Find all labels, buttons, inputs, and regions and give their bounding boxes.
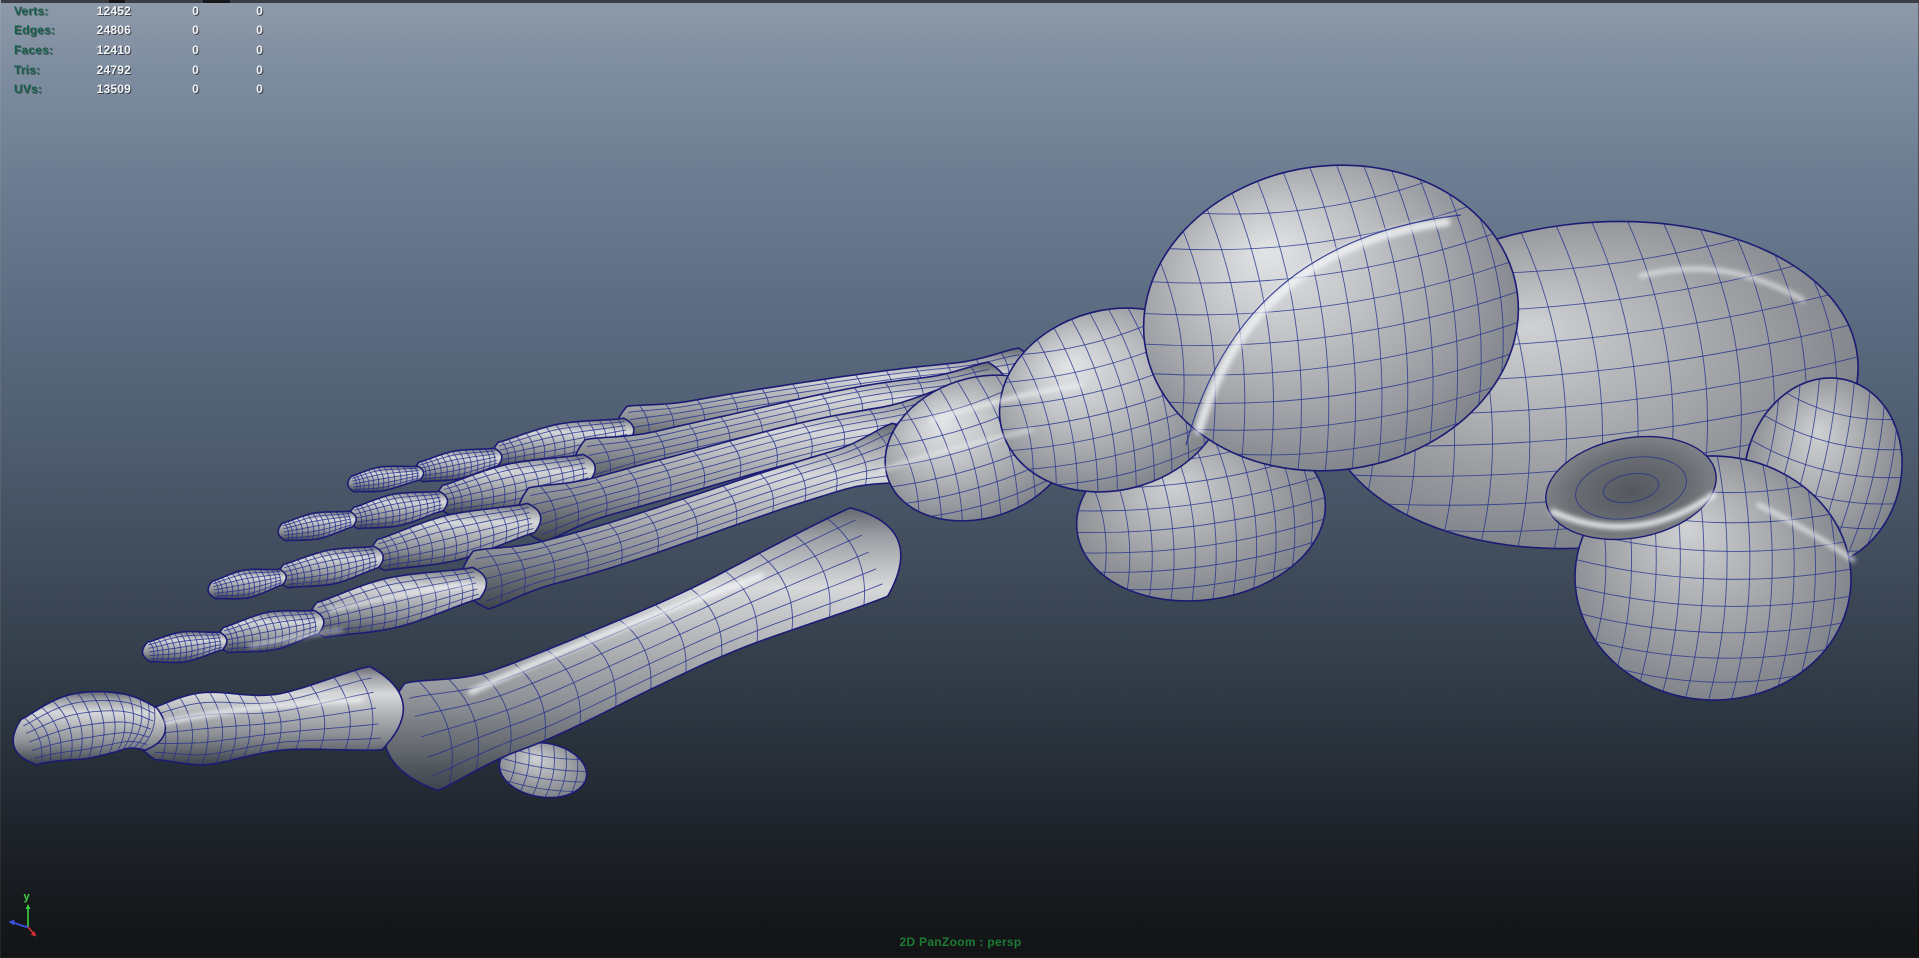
hud-label: Faces: bbox=[14, 42, 54, 57]
hud-label: UVs: bbox=[14, 82, 43, 97]
view-axis-gizmo: y bbox=[8, 891, 37, 937]
hud-value: 0 bbox=[192, 23, 199, 38]
hud-row: Tris: 24792 0 0 bbox=[14, 60, 263, 80]
hud-value: 0 bbox=[256, 62, 263, 77]
hud-value: 12410 bbox=[96, 42, 131, 57]
hud-value: 0 bbox=[192, 82, 199, 97]
hud-value: 13509 bbox=[96, 82, 131, 97]
maya-3d-viewport[interactable]: Verts: 12452 0 0 Edges: 24806 0 0 Faces: 12410 0 0 T… bbox=[0, 0, 1919, 958]
hud-value: 0 bbox=[256, 3, 263, 18]
hud-row: Verts: 12452 0 0 bbox=[14, 1, 263, 21]
hud-value: 0 bbox=[192, 42, 199, 57]
hud-row: Edges: 24806 0 0 bbox=[14, 21, 263, 41]
hud-value: 0 bbox=[256, 23, 263, 38]
hud-value: 24806 bbox=[96, 23, 131, 38]
hud-row: UVs: 13509 0 0 bbox=[14, 79, 263, 99]
hud-value: 0 bbox=[192, 3, 199, 18]
hud-value: 0 bbox=[192, 62, 199, 77]
hud-value: 0 bbox=[256, 82, 263, 97]
poly-count-hud: Verts: 12452 0 0 Edges: 24806 0 0 Faces: 12410 0 0 T… bbox=[14, 1, 263, 99]
hud-row: Faces: 12410 0 0 bbox=[14, 40, 263, 60]
foot-skeleton-model bbox=[12, 164, 1903, 799]
viewport-top-edge bbox=[1, 0, 1919, 3]
hud-value: 0 bbox=[256, 42, 263, 57]
axis-y-label: y bbox=[24, 891, 31, 903]
hud-value: 24792 bbox=[96, 62, 131, 77]
hud-label: Edges: bbox=[14, 23, 56, 38]
hud-label: Verts: bbox=[14, 3, 49, 18]
hud-label: Tris: bbox=[14, 62, 41, 77]
camera-label: 2D PanZoom : persp bbox=[899, 935, 1022, 949]
hud-value: 12452 bbox=[96, 3, 131, 18]
